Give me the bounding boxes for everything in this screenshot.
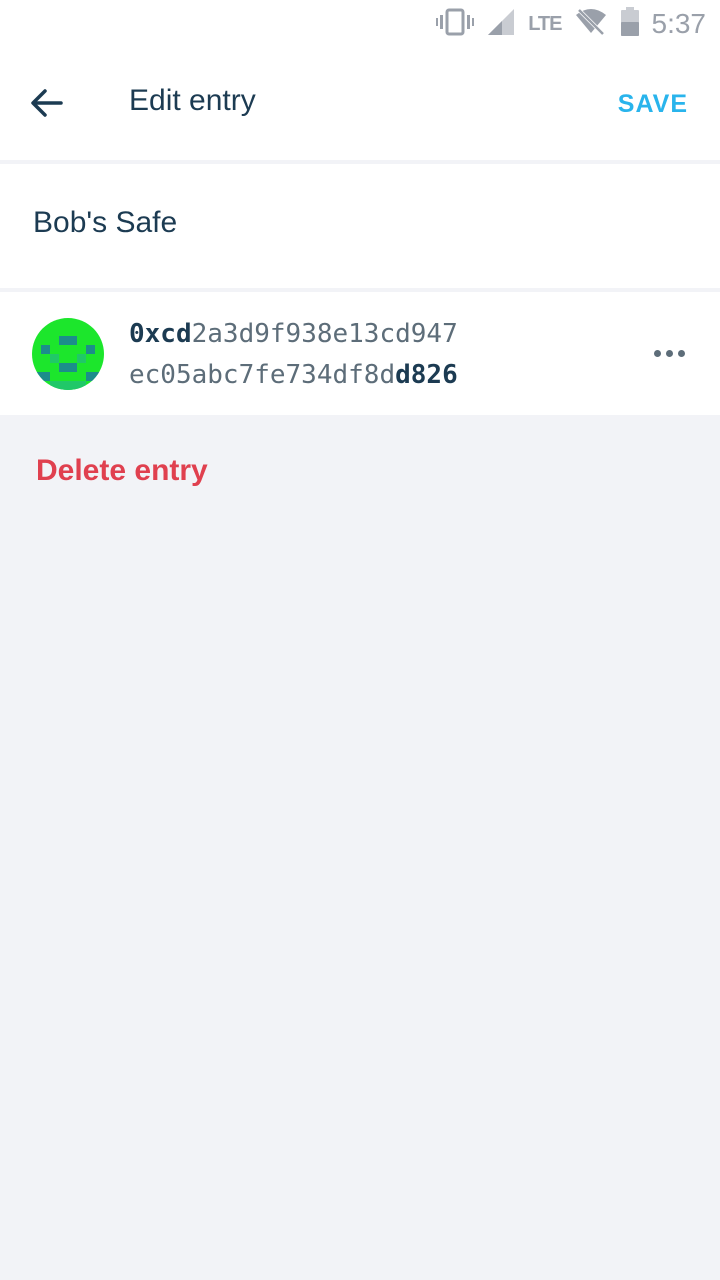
address-middle-2: ec05abc7fe734df8d bbox=[129, 360, 396, 390]
more-options-button[interactable] bbox=[644, 338, 694, 368]
network-type: LTE bbox=[528, 12, 562, 35]
save-button[interactable]: SAVE bbox=[618, 90, 688, 119]
arrow-back-icon bbox=[30, 88, 64, 123]
wifi-off-icon bbox=[574, 7, 608, 42]
status-bar: LTE 5:37 bbox=[0, 0, 720, 48]
battery-icon bbox=[620, 6, 640, 42]
address-text: 0xcd2a3d9f938e13cd947 ec05abc7fe734df8dd… bbox=[129, 314, 458, 396]
address-suffix: d826 bbox=[395, 360, 458, 390]
entry-name-input[interactable] bbox=[33, 206, 673, 240]
more-horizontal-icon bbox=[653, 349, 661, 357]
vibrate-icon bbox=[436, 7, 475, 42]
signal-icon bbox=[486, 7, 516, 42]
app-bar: Edit entry SAVE bbox=[0, 48, 720, 160]
identicon-avatar bbox=[32, 318, 104, 390]
address-line-1: 0xcd2a3d9f938e13cd947 bbox=[129, 314, 458, 355]
address-middle-1: 2a3d9f938e13cd947 bbox=[191, 319, 458, 349]
page-title: Edit entry bbox=[129, 84, 256, 117]
name-section bbox=[0, 164, 720, 288]
status-time: 5:37 bbox=[651, 8, 707, 39]
status-icons: LTE 5:37 bbox=[436, 6, 706, 42]
address-prefix: 0xcd bbox=[129, 319, 192, 349]
delete-entry-button[interactable]: Delete entry bbox=[36, 454, 208, 488]
back-button[interactable] bbox=[20, 78, 74, 132]
address-row: 0xcd2a3d9f938e13cd947 ec05abc7fe734df8dd… bbox=[0, 292, 720, 415]
address-line-2: ec05abc7fe734df8dd826 bbox=[129, 355, 458, 396]
